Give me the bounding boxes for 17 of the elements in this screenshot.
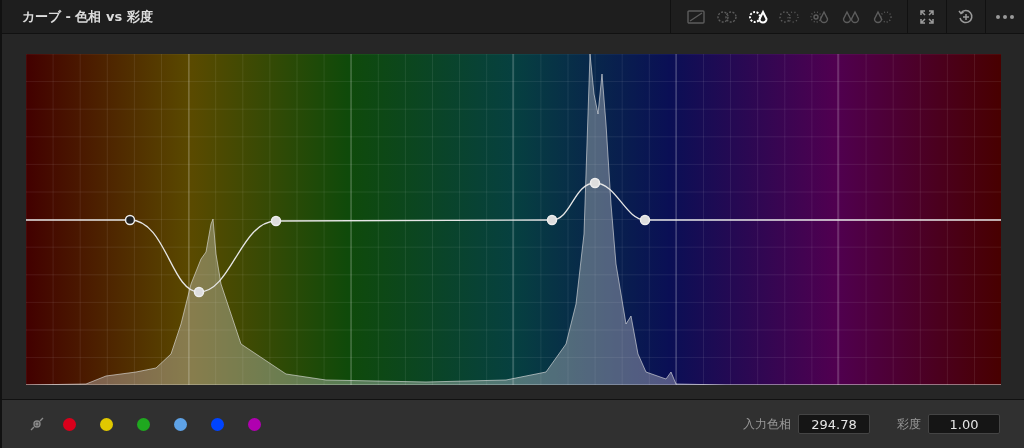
control-point[interactable]	[270, 215, 282, 227]
field-label: 入力色相	[743, 415, 791, 433]
value-field[interactable]: 1.00	[928, 414, 1000, 434]
control-point[interactable]	[639, 214, 651, 226]
panel-title: カーブ - 色相 vs 彩度	[21, 7, 154, 26]
control-point[interactable]	[546, 214, 558, 226]
color-swatch[interactable]	[211, 417, 224, 431]
color-swatch[interactable]	[174, 417, 187, 431]
eyedropper-icon[interactable]	[30, 417, 44, 431]
curve-line[interactable]	[26, 182, 1001, 293]
color-swatch[interactable]	[137, 417, 150, 431]
control-point[interactable]	[124, 214, 136, 226]
color-swatch[interactable]	[63, 417, 76, 431]
field-label: 彩度	[897, 415, 921, 433]
value-field[interactable]: 294.78	[798, 414, 870, 434]
color-swatch[interactable]	[100, 417, 113, 431]
color-swatch[interactable]	[248, 417, 261, 431]
